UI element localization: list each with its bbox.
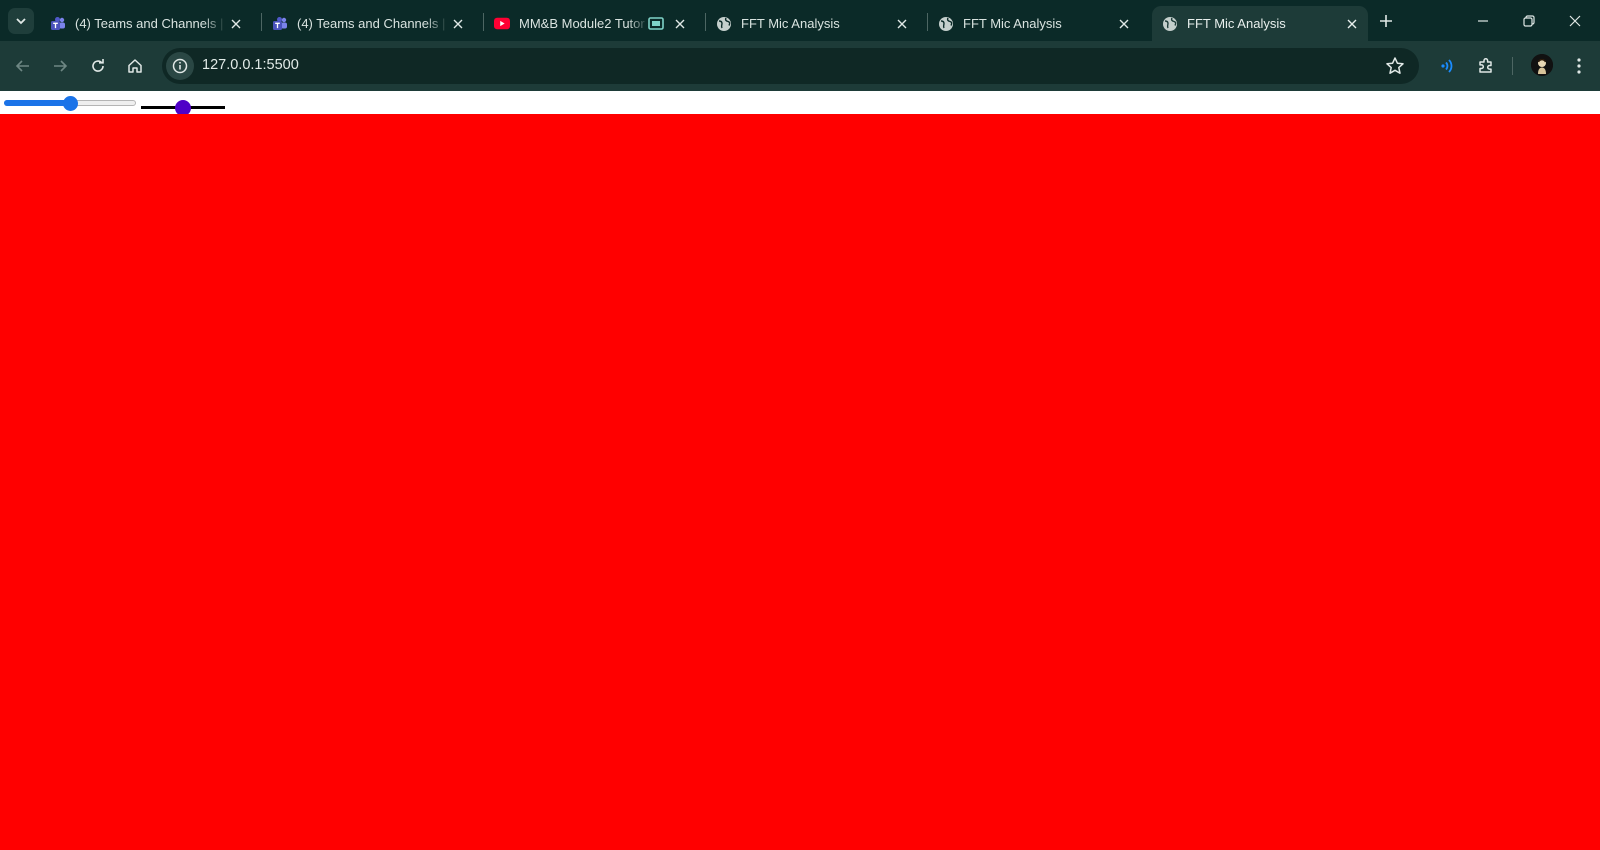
arrow-left-icon bbox=[15, 60, 29, 72]
teams-icon bbox=[272, 16, 288, 32]
globe-icon bbox=[1162, 16, 1178, 32]
address-bar[interactable]: 127.0.0.1:5500 bbox=[162, 48, 1419, 84]
visualization-canvas bbox=[0, 114, 1600, 850]
close-icon[interactable] bbox=[670, 14, 690, 34]
globe-icon bbox=[938, 16, 954, 32]
page-controls-area bbox=[0, 91, 1600, 114]
tab-title: MM&B Module2 Tutor bbox=[519, 16, 645, 31]
tab-teams-2[interactable]: (4) Teams and Channels | G bbox=[262, 6, 474, 41]
toolbar-separator bbox=[1512, 57, 1513, 75]
teams-icon bbox=[50, 16, 66, 32]
slider-thumb[interactable] bbox=[63, 96, 78, 111]
reload-button[interactable] bbox=[85, 53, 111, 79]
tab-youtube[interactable]: MM&B Module2 Tutor bbox=[484, 6, 696, 41]
profile-avatar[interactable] bbox=[1531, 54, 1553, 76]
more-vertical-icon bbox=[1577, 58, 1581, 74]
forward-button[interactable] bbox=[47, 53, 73, 79]
puzzle-icon bbox=[1479, 57, 1492, 73]
tab-title: FFT Mic Analysis bbox=[963, 16, 1062, 31]
tab-title: (4) Teams and Channels | G bbox=[297, 16, 448, 31]
close-window-button[interactable] bbox=[1552, 0, 1598, 41]
close-icon[interactable] bbox=[226, 14, 246, 34]
close-icon[interactable] bbox=[448, 14, 468, 34]
tab-search-button[interactable] bbox=[8, 8, 34, 34]
close-icon[interactable] bbox=[1114, 14, 1134, 34]
site-info-button[interactable] bbox=[166, 52, 194, 80]
slider-fill bbox=[4, 100, 70, 106]
tab-title: FFT Mic Analysis bbox=[741, 16, 840, 31]
avatar-icon bbox=[1531, 54, 1553, 76]
close-icon bbox=[1569, 15, 1581, 26]
close-icon[interactable] bbox=[892, 14, 912, 34]
minimize-button[interactable] bbox=[1460, 0, 1506, 41]
wireless-icon bbox=[1441, 59, 1453, 73]
youtube-icon bbox=[494, 16, 510, 32]
reload-icon bbox=[92, 59, 104, 72]
info-icon bbox=[172, 58, 188, 74]
url-text[interactable]: 127.0.0.1:5500 bbox=[202, 57, 299, 73]
restore-button[interactable] bbox=[1506, 0, 1552, 41]
globe-icon bbox=[716, 16, 732, 32]
browser-toolbar: 127.0.0.1:5500 bbox=[0, 41, 1600, 91]
media-control-button[interactable] bbox=[1436, 54, 1460, 78]
tab-teams-1[interactable]: (4) Teams and Channels | G bbox=[40, 6, 252, 41]
extensions-button[interactable] bbox=[1474, 54, 1498, 78]
plus-icon bbox=[1380, 15, 1392, 27]
minimize-icon bbox=[1478, 19, 1488, 22]
arrow-right-icon bbox=[54, 60, 68, 72]
restore-icon bbox=[1523, 14, 1535, 27]
new-tab-button[interactable] bbox=[1375, 10, 1397, 32]
browser-menu-button[interactable] bbox=[1567, 54, 1591, 78]
cast-icon bbox=[648, 16, 664, 32]
back-button[interactable] bbox=[10, 53, 36, 79]
range-slider-1[interactable] bbox=[4, 96, 136, 111]
tab-title: FFT Mic Analysis bbox=[1187, 16, 1286, 31]
chevron-down-icon bbox=[16, 18, 26, 25]
home-button[interactable] bbox=[122, 53, 148, 79]
range-slider-2[interactable] bbox=[141, 100, 225, 116]
tab-strip: (4) Teams and Channels | G (4) Teams and… bbox=[0, 0, 1600, 41]
tab-fft-2[interactable]: FFT Mic Analysis bbox=[928, 6, 1140, 41]
bookmark-star-icon[interactable] bbox=[1385, 56, 1405, 76]
tab-title: (4) Teams and Channels | G bbox=[75, 16, 226, 31]
tab-fft-1[interactable]: FFT Mic Analysis bbox=[706, 6, 918, 41]
close-icon[interactable] bbox=[1342, 14, 1362, 34]
home-icon bbox=[128, 59, 142, 73]
tab-fft-active[interactable]: FFT Mic Analysis bbox=[1152, 6, 1368, 41]
